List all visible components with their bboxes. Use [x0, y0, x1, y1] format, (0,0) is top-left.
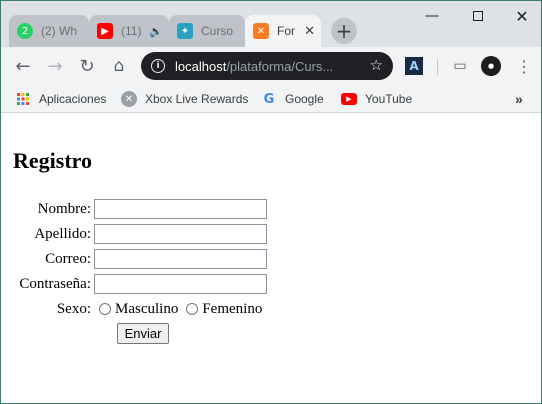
home-icon[interactable]: ⌂ — [105, 52, 133, 80]
nombre-label: Nombre: — [37, 200, 91, 217]
correo-input[interactable] — [94, 249, 267, 269]
browser-toolbar: ← → ↻ ⌂ i localhost/plataforma/Curs... ☆… — [1, 47, 541, 85]
sexo-label: Sexo: — [56, 300, 91, 317]
youtube-icon: ▶ — [341, 91, 357, 107]
browser-window: 2 (2) Wh ▶ (11) 🔈 ✦ Curso ✕ For ✕ + — ✕ … — [0, 0, 542, 404]
femenino-radio[interactable] — [186, 303, 199, 315]
new-tab-button[interactable]: + — [331, 18, 357, 44]
form-row-contrasena: Contraseña: — [1, 273, 541, 295]
bookmarks-overflow-button[interactable]: » — [515, 90, 523, 108]
tab-curso[interactable]: ✦ Curso — [169, 15, 245, 47]
tab-formulario[interactable]: ✕ For ✕ — [245, 15, 321, 47]
close-window-icon[interactable]: ✕ — [499, 1, 541, 31]
apellido-label: Apellido: — [34, 225, 91, 242]
tab-whatsapp[interactable]: 2 (2) Wh — [9, 15, 89, 47]
bookmark-google[interactable]: G Google — [261, 90, 324, 108]
bookmark-youtube[interactable]: ▶ YouTube — [341, 90, 412, 108]
nombre-input[interactable] — [94, 199, 267, 219]
masculino-radio[interactable] — [99, 303, 111, 315]
femenino-label: Femenino — [202, 300, 263, 317]
toolbar-divider — [437, 59, 438, 75]
apps-grid-icon — [15, 91, 31, 107]
enviar-button[interactable]: Enviar — [117, 322, 169, 344]
contrasena-label: Contraseña: — [19, 275, 91, 292]
extension-a-icon[interactable]: A — [405, 57, 423, 75]
bookmark-star-icon[interactable]: ☆ — [370, 56, 383, 74]
address-url[interactable]: localhost/plataforma/Curs... — [175, 59, 361, 74]
tab-strip: 2 (2) Wh ▶ (11) 🔈 ✦ Curso ✕ For ✕ + — ✕ — [1, 1, 541, 47]
bookmark-label: Google — [285, 92, 324, 106]
google-icon: G — [263, 91, 275, 107]
address-bar[interactable]: i localhost/plataforma/Curs... ☆ — [141, 52, 393, 80]
bookmark-xbox[interactable]: ✕ Xbox Live Rewards — [121, 90, 248, 108]
speaker-icon[interactable]: 🔈 — [149, 25, 163, 38]
page-content: Registro Nombre: Apellido: Correo: Contr… — [1, 114, 541, 403]
tab-youtube[interactable]: ▶ (11) 🔈 — [89, 15, 169, 47]
form-row-correo: Correo: — [1, 248, 541, 270]
masculino-label: Masculino — [115, 300, 179, 317]
profile-avatar[interactable]: ● — [481, 56, 501, 76]
tab-title: Curso — [201, 24, 234, 38]
menu-kebab-icon[interactable]: ⋮ — [515, 57, 533, 76]
back-icon[interactable]: ← — [9, 52, 37, 80]
tab-title: (2) Wh — [41, 24, 77, 38]
cast-icon[interactable]: ▭ — [451, 57, 469, 75]
maximize-icon[interactable] — [455, 1, 501, 31]
apellido-input[interactable] — [94, 224, 267, 244]
whatsapp-icon: 2 — [17, 23, 33, 39]
youtube-icon: ▶ — [97, 23, 113, 39]
xbox-icon: ✕ — [121, 91, 137, 107]
correo-label: Correo: — [45, 250, 91, 267]
bookmark-label: Aplicaciones — [39, 92, 107, 106]
form-row-submit: Enviar — [1, 322, 541, 344]
page-title: Registro — [13, 148, 93, 173]
form-row-apellido: Apellido: — [1, 223, 541, 245]
bookmarks-bar: Aplicaciones ✕ Xbox Live Rewards G Googl… — [1, 85, 541, 113]
forward-icon[interactable]: → — [41, 52, 69, 80]
sexo-radio-group: Masculino Femenino — [99, 301, 262, 318]
reload-icon[interactable]: ↻ — [73, 52, 101, 80]
info-icon[interactable]: i — [151, 59, 165, 73]
close-tab-icon[interactable]: ✕ — [304, 24, 315, 39]
bookmark-label: Xbox Live Rewards — [145, 92, 249, 106]
tab-title: For — [277, 24, 295, 38]
form-row-nombre: Nombre: — [1, 198, 541, 220]
bookmark-aplicaciones[interactable]: Aplicaciones — [15, 90, 106, 108]
xampp-icon: ✕ — [253, 23, 269, 39]
form-row-sexo: Sexo: Masculino Femenino — [1, 298, 541, 320]
course-site-icon: ✦ — [177, 23, 193, 39]
contrasena-input[interactable] — [94, 274, 267, 294]
minimize-icon[interactable]: — — [409, 1, 455, 31]
tab-title: (11) — [121, 24, 142, 38]
bookmark-label: YouTube — [365, 92, 413, 106]
